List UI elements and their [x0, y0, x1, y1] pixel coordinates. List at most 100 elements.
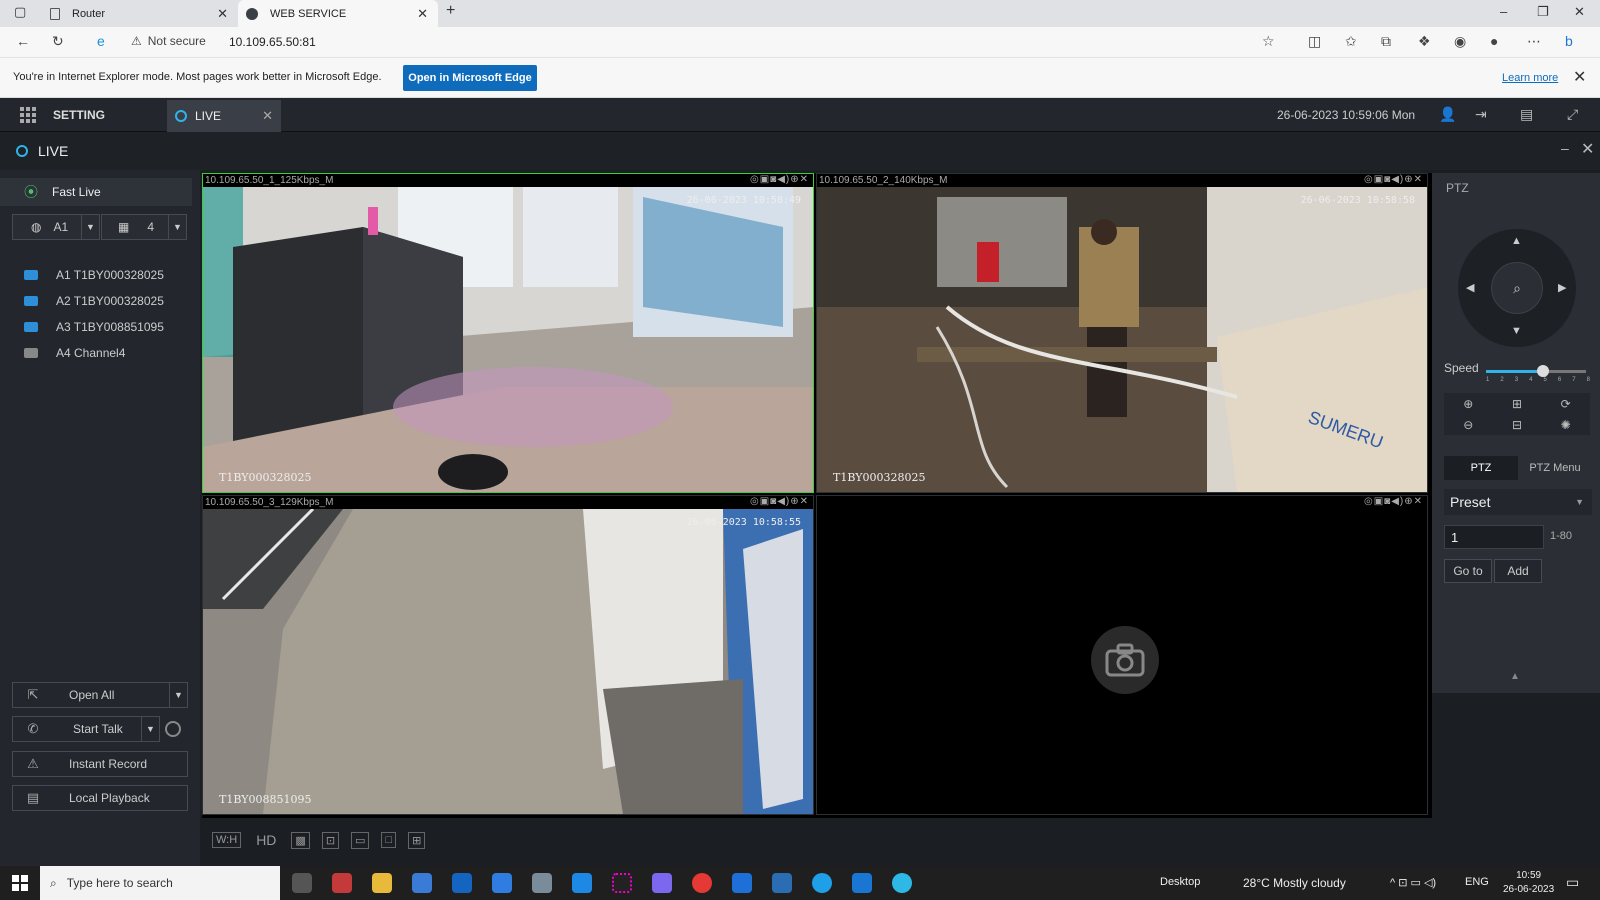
- local-playback-button[interactable]: ▤ Local Playback: [12, 785, 188, 811]
- tab-ptz-menu[interactable]: PTZ Menu: [1518, 456, 1592, 480]
- more-options-icon[interactable]: ⋯: [1527, 33, 1541, 50]
- hd-button[interactable]: HD: [253, 831, 279, 849]
- fit-icon[interactable]: ⊡: [321, 831, 340, 849]
- tab-web-service[interactable]: WEB SERVICE ✕: [238, 0, 438, 27]
- favorite-star-icon[interactable]: ☆: [1262, 33, 1275, 50]
- open-in-edge-button[interactable]: Open in Microsoft Edge: [403, 65, 537, 91]
- cell-tools[interactable]: ◎▣◙◀)⊕✕: [750, 496, 809, 507]
- fullscreen-icon[interactable]: ⤢: [1567, 106, 1578, 123]
- favorites-icon[interactable]: ✩: [1345, 33, 1357, 50]
- tab-live[interactable]: LIVE ✕: [167, 100, 281, 132]
- single-view-icon[interactable]: □: [381, 832, 397, 848]
- zoom-out-icon[interactable]: ⊖: [1444, 414, 1493, 435]
- slack-icon[interactable]: [612, 873, 632, 893]
- tab-router[interactable]: Router ✕: [42, 0, 238, 27]
- close-panel-icon[interactable]: ✕: [1581, 139, 1594, 159]
- desktop-toolbar[interactable]: Desktop: [1160, 876, 1200, 888]
- video-cell[interactable]: 10.109.65.50_2_140Kbps_M ◎▣◙◀)⊕✕ SUMERU …: [816, 173, 1428, 493]
- start-talk-button[interactable]: ✆ Start Talk ▼: [12, 716, 160, 742]
- windows-start-icon[interactable]: [12, 875, 28, 891]
- browser-essentials-icon[interactable]: ◉: [1454, 33, 1466, 50]
- refresh-icon[interactable]: ↻: [52, 33, 64, 50]
- preset-select[interactable]: Preset ▼: [1444, 489, 1592, 515]
- restore-icon[interactable]: ❐: [1537, 4, 1549, 20]
- close-infobar-icon[interactable]: ✕: [1573, 67, 1586, 87]
- close-window-icon[interactable]: ✕: [1574, 4, 1585, 20]
- file-explorer-icon[interactable]: [372, 873, 392, 893]
- notifications-icon[interactable]: ▭: [1566, 874, 1579, 891]
- fast-live-item[interactable]: ⦿ Fast Live: [0, 178, 192, 206]
- add-preset-button[interactable]: Add: [1494, 559, 1542, 583]
- channel-item[interactable]: A1 T1BY000328025: [24, 265, 164, 285]
- close-live-tab-icon[interactable]: ✕: [262, 108, 273, 124]
- arrow-down-icon[interactable]: ▼: [1511, 325, 1522, 337]
- app-icon[interactable]: [332, 873, 352, 893]
- chevron-down-icon[interactable]: ▼: [168, 215, 186, 239]
- taskbar-clock[interactable]: 10:59 26-06-2023: [1503, 869, 1554, 897]
- speed-slider[interactable]: [1486, 365, 1586, 377]
- close-tab-icon[interactable]: ✕: [417, 6, 428, 22]
- tray-icons[interactable]: ^ ⊡ ▭ ◁): [1390, 876, 1436, 889]
- weather-widget[interactable]: 28°C Mostly cloudy: [1243, 876, 1346, 890]
- store-icon[interactable]: [412, 873, 432, 893]
- main-menu-grid-icon[interactable]: [20, 107, 36, 123]
- quad-view-icon[interactable]: ⊞: [408, 831, 426, 849]
- minimize-icon[interactable]: –: [1500, 4, 1507, 19]
- stream-icon[interactable]: ▩: [291, 831, 310, 849]
- new-tab-icon[interactable]: +: [446, 2, 455, 20]
- user-icon[interactable]: 👤: [1439, 106, 1456, 123]
- outlook-icon[interactable]: [452, 873, 472, 893]
- cell-tools[interactable]: ◎▣◙◀)⊕✕: [1364, 174, 1423, 185]
- goto-preset-button[interactable]: Go to: [1444, 559, 1492, 583]
- instant-record-button[interactable]: ⚠ Instant Record: [12, 751, 188, 777]
- edge-icon[interactable]: [892, 873, 912, 893]
- chevron-down-icon[interactable]: ▼: [141, 717, 159, 741]
- security-indicator[interactable]: ⚠ Not secure: [131, 34, 206, 48]
- zoom-in-icon[interactable]: ⊕: [1444, 393, 1493, 414]
- task-view-icon[interactable]: [292, 873, 312, 893]
- layout-icon[interactable]: ▤: [1520, 106, 1533, 123]
- iris-close-icon[interactable]: ✺: [1541, 414, 1590, 435]
- tab-actions-icon[interactable]: ▢: [14, 4, 26, 20]
- preset-number-input[interactable]: 1: [1444, 525, 1544, 549]
- collections-icon[interactable]: ⧉: [1381, 33, 1391, 50]
- cell-tools[interactable]: ◎▣◙◀)⊕✕: [750, 174, 809, 185]
- chrome-icon[interactable]: [692, 873, 712, 893]
- split-select[interactable]: ▦ 4 ▼: [101, 214, 187, 240]
- arrow-right-icon[interactable]: ▶: [1558, 281, 1566, 294]
- taskbar-search[interactable]: ⌕ Type here to search: [40, 866, 280, 900]
- chevron-down-icon[interactable]: ▼: [81, 215, 99, 239]
- app-icon[interactable]: [532, 873, 552, 893]
- aspect-ratio-button[interactable]: W:H: [212, 832, 242, 848]
- language-indicator[interactable]: ENG: [1465, 876, 1489, 888]
- back-icon[interactable]: ←: [16, 33, 30, 49]
- extensions-icon[interactable]: ❖: [1418, 33, 1431, 50]
- cell-tools[interactable]: ◎▣◙◀)⊕✕: [1364, 496, 1423, 507]
- speed-slider-knob[interactable]: [1537, 365, 1550, 377]
- focus-far-icon[interactable]: ⊟: [1493, 414, 1542, 435]
- ptz-direction-dial[interactable]: ▲ ▼ ◀ ▶ ⌕: [1458, 229, 1576, 347]
- app-icon[interactable]: [852, 873, 872, 893]
- channel-item[interactable]: A2 T1BY000328025: [24, 291, 164, 311]
- chevron-down-icon[interactable]: ▼: [169, 683, 187, 707]
- arrow-left-icon[interactable]: ◀: [1466, 281, 1474, 294]
- video-cell-empty[interactable]: ◎▣◙◀)⊕✕: [816, 495, 1428, 815]
- ie-mode-icon[interactable]: e: [97, 33, 105, 49]
- split-1-icon[interactable]: ▭: [351, 831, 370, 849]
- mail-icon[interactable]: [492, 873, 512, 893]
- user-select[interactable]: ◍ A1 ▼: [12, 214, 100, 240]
- channel-item[interactable]: A3 T1BY008851095: [24, 317, 164, 337]
- arrow-up-icon[interactable]: ▲: [1511, 235, 1522, 247]
- video-cell[interactable]: 10.109.65.50_3_129Kbps_M ◎▣◙◀)⊕✕ 26-06-2…: [202, 495, 814, 815]
- bing-icon[interactable]: b: [1565, 33, 1573, 49]
- app-icon[interactable]: [572, 873, 592, 893]
- tab-ptz[interactable]: PTZ: [1444, 456, 1518, 480]
- collapse-icon[interactable]: ▲: [1510, 671, 1520, 682]
- learn-more-link[interactable]: Learn more: [1502, 72, 1558, 84]
- focus-near-icon[interactable]: ⊞: [1493, 393, 1542, 414]
- url-field[interactable]: 10.109.65.50:81: [229, 35, 316, 49]
- minimize-panel-icon[interactable]: –: [1561, 140, 1569, 156]
- channel-item[interactable]: A4 Channel4: [24, 343, 125, 363]
- setting-menu[interactable]: SETTING: [53, 108, 105, 122]
- ptz-center-zoom-icon[interactable]: ⌕: [1491, 262, 1543, 314]
